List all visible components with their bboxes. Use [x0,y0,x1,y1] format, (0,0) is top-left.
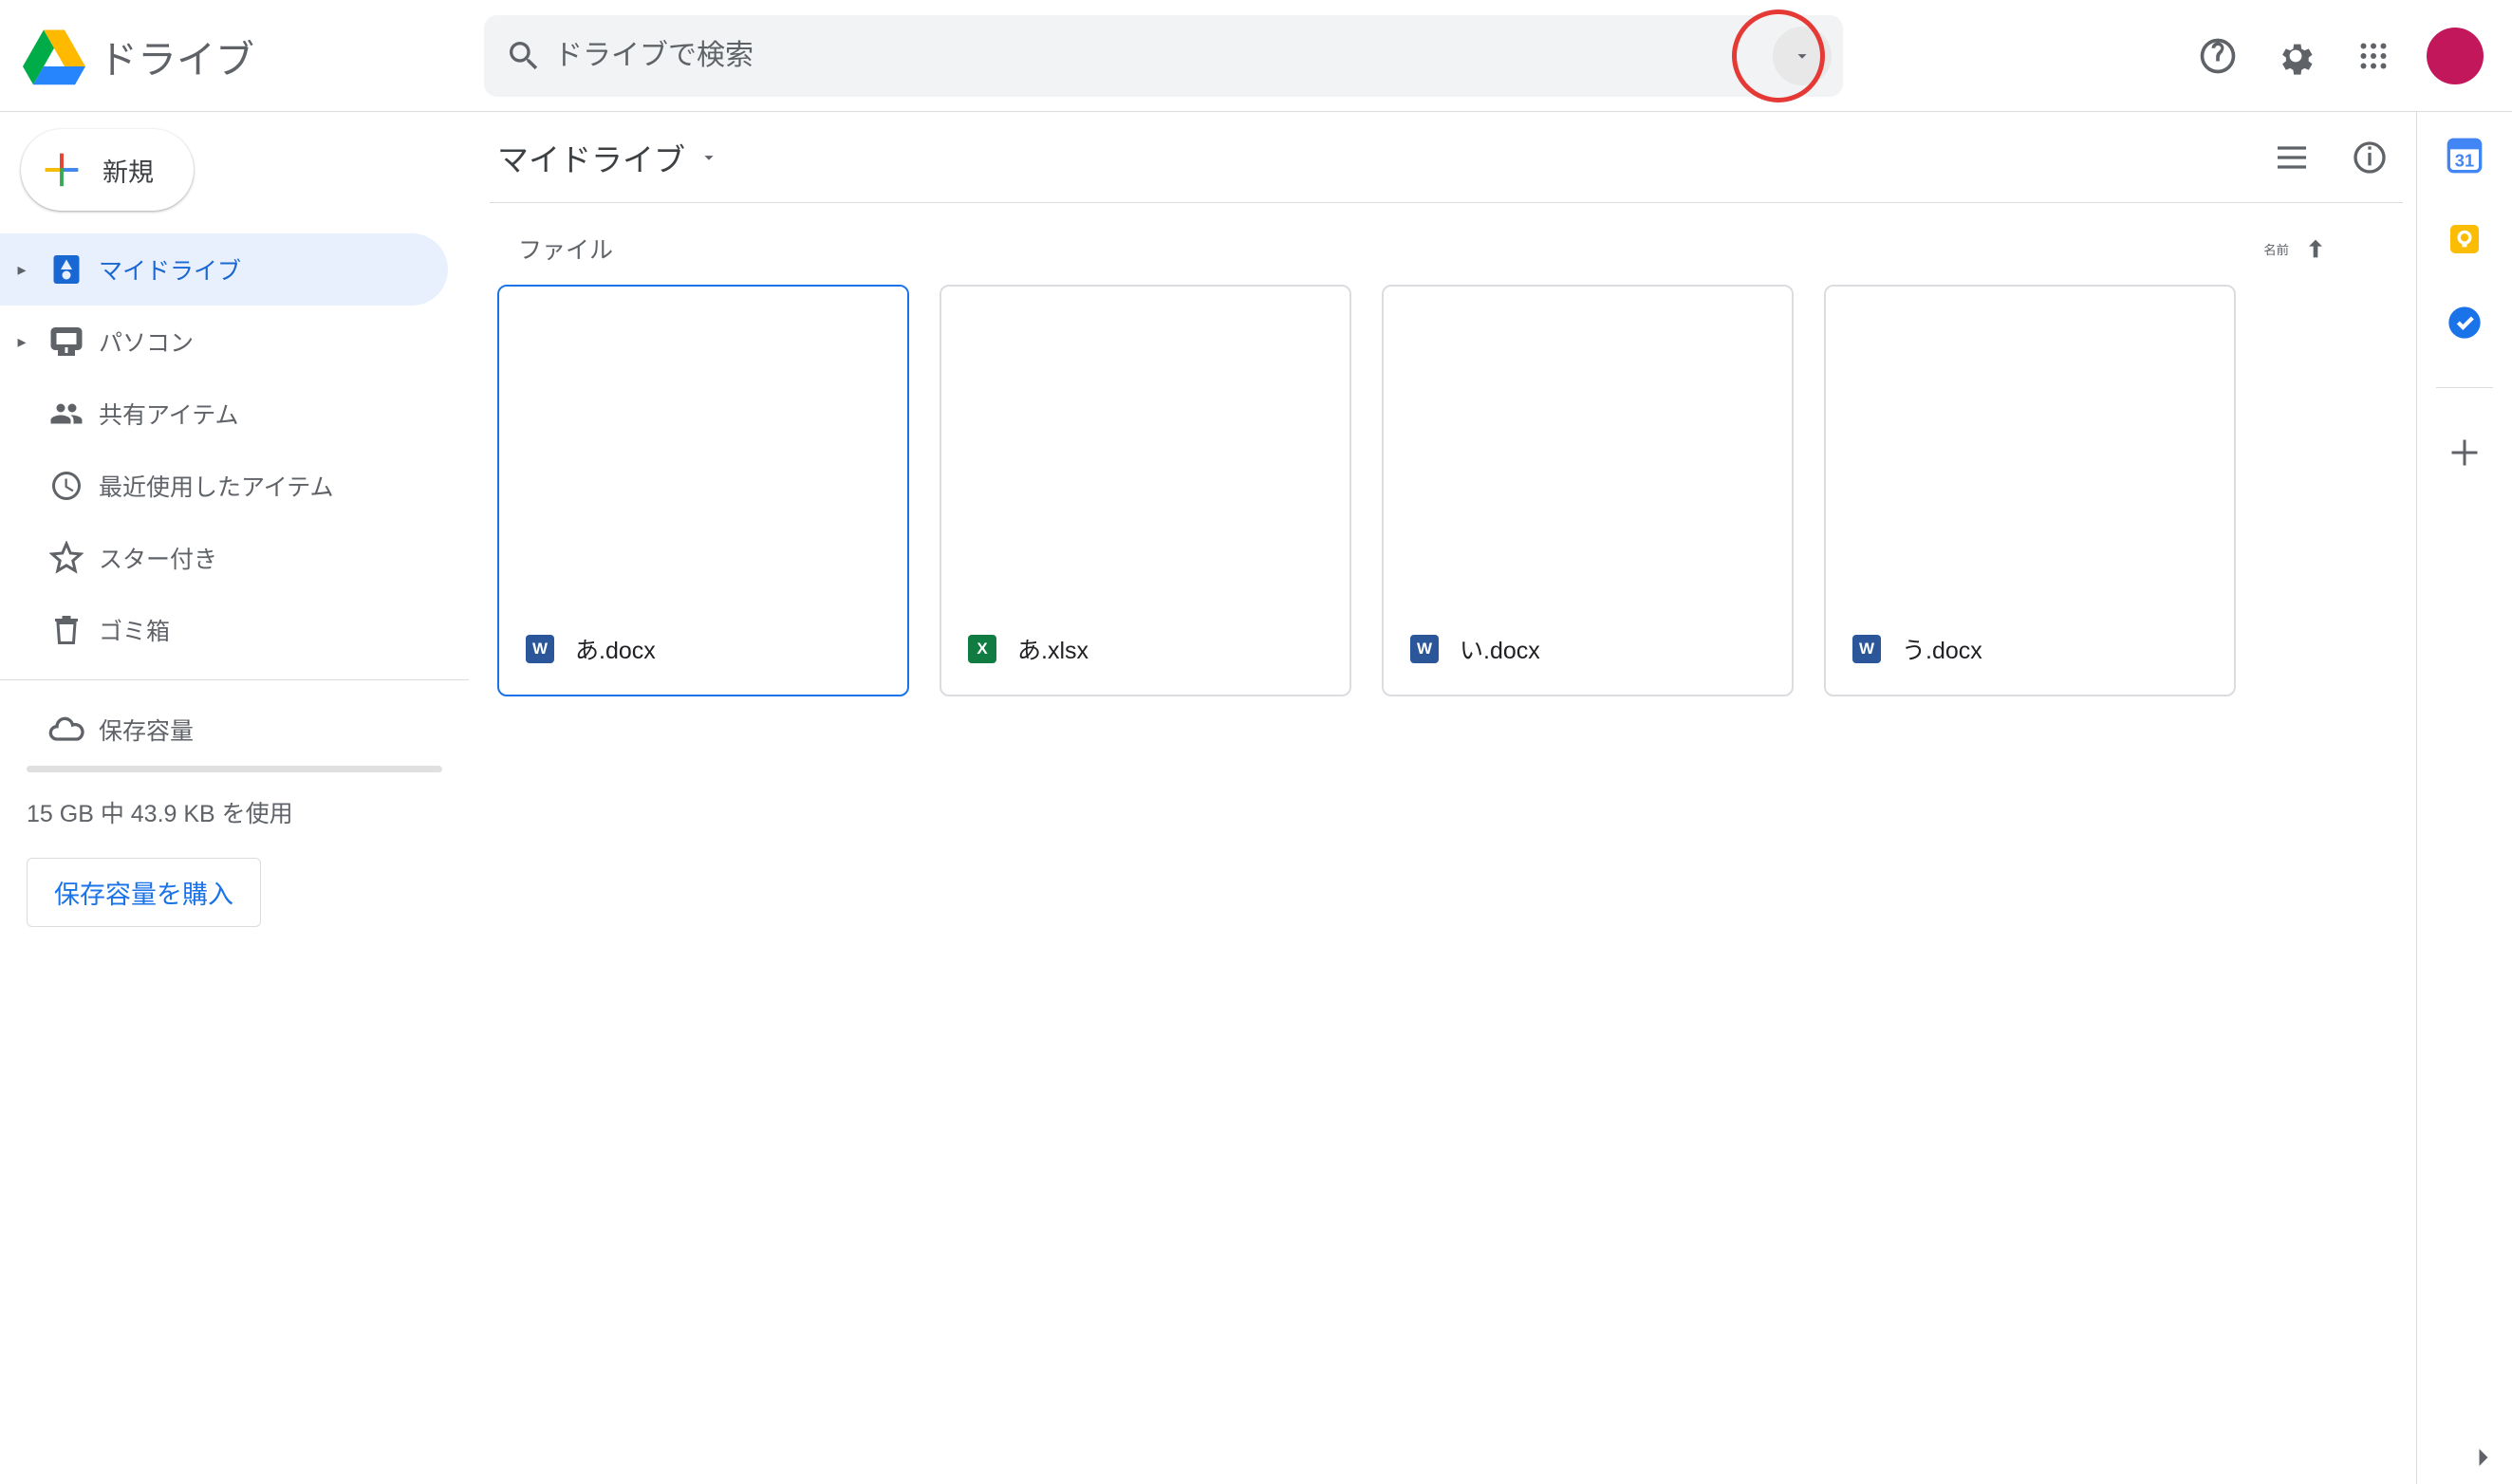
expand-icon[interactable]: ▸ [9,260,34,280]
file-preview [1826,287,2234,603]
sidebar-item-storage[interactable]: 保存容量 [0,694,448,766]
header: ドライブ [0,0,2512,112]
side-panel: 31 [2417,112,2512,1484]
computers-icon [42,325,91,359]
file-name: あ.docx [575,632,656,666]
view-list-button[interactable] [2259,124,2325,191]
search-input[interactable] [543,40,1773,72]
sidepanel-collapse-button[interactable] [2466,1440,2501,1475]
logo-area: ドライブ [23,25,469,87]
file-preview [499,287,907,603]
keep-icon [2446,220,2484,258]
support-button[interactable] [2182,20,2254,92]
search-icon [505,37,543,75]
sidebar-item-trash[interactable]: ゴミ箱 [0,594,448,666]
sidebar-item-label: ゴミ箱 [99,613,170,647]
section-header: ファイル 名前 [490,203,2403,285]
sidebar-item-label: マイドライブ [99,252,241,287]
sort-label: 名前 [2263,240,2289,258]
storage-bar [27,766,442,772]
cloud-icon [42,711,91,749]
excel-file-icon: X [968,635,996,663]
drive-logo-icon [23,25,85,87]
word-file-icon: W [1852,635,1881,663]
info-icon [2351,139,2389,176]
account-avatar[interactable] [2427,28,2484,84]
file-card[interactable]: W い.docx [1382,285,1794,696]
mydrive-icon [42,252,91,287]
calendar-app-button[interactable]: 31 [2446,137,2484,175]
tasks-app-button[interactable] [2446,304,2484,342]
tasks-icon [2446,304,2484,342]
main-content: マイドライブ ファイル 名前 W あ.d [469,112,2417,1484]
section-label: ファイル [518,232,613,266]
breadcrumb[interactable]: マイドライブ [490,135,719,180]
plus-icon [40,148,84,192]
sidebar-item-recent[interactable]: 最近使用したアイテム [0,450,448,522]
get-addons-button[interactable] [2446,434,2484,472]
sidebar-item-mydrive[interactable]: ▸ マイドライブ [0,233,448,306]
sidebar-item-label: 最近使用したアイテム [99,469,334,503]
file-name: い.docx [1460,632,1540,666]
keep-app-button[interactable] [2446,220,2484,258]
new-button-label: 新規 [102,152,154,189]
file-card[interactable]: W あ.docx [497,285,909,696]
expand-icon[interactable]: ▸ [9,332,34,352]
gear-icon [2275,35,2317,77]
storage-info: 15 GB 中 43.9 KB を使用 保存容量を購入 [0,766,469,927]
list-view-icon [2273,139,2311,176]
star-icon [42,541,91,575]
word-file-icon: W [1410,635,1439,663]
sidebar-item-label: 共有アイテム [99,397,239,431]
calendar-icon: 31 [2446,137,2484,175]
arrow-up-icon [2302,235,2329,262]
sidebar: 新規 ▸ マイドライブ ▸ パソコン 共有アイテム [0,112,469,1484]
apps-grid-icon [2356,39,2391,73]
breadcrumb-label: マイドライブ [497,135,685,180]
word-file-icon: W [526,635,554,663]
caret-down-icon [1792,46,1813,66]
sidebar-item-label: スター付き [99,541,217,575]
storage-usage-text: 15 GB 中 43.9 KB を使用 [27,795,442,829]
file-name: う.docx [1902,632,1982,666]
file-preview [941,287,1349,603]
caret-down-icon [698,147,719,168]
apps-button[interactable] [2337,20,2410,92]
new-button[interactable]: 新規 [21,129,194,211]
buy-storage-button[interactable]: 保存容量を購入 [27,858,261,927]
chevron-right-icon [2466,1440,2501,1475]
toolbar: マイドライブ [490,112,2403,203]
file-preview [1384,287,1792,603]
help-icon [2197,35,2239,77]
sidebar-item-label: 保存容量 [99,713,194,747]
shared-icon [42,397,91,431]
sidebar-item-shared[interactable]: 共有アイテム [0,378,448,450]
svg-text:31: 31 [2455,151,2474,171]
search-bar[interactable] [484,15,1843,97]
view-details-button[interactable] [2336,124,2403,191]
sidebar-item-starred[interactable]: スター付き [0,522,448,594]
settings-button[interactable] [2260,20,2332,92]
file-card[interactable]: W う.docx [1824,285,2236,696]
sidebar-item-label: パソコン [99,325,194,359]
sort-button[interactable]: 名前 [2263,235,2329,262]
search-options-button[interactable] [1773,27,1832,85]
file-grid: W あ.docx X あ.xlsx W い.docx [490,285,2403,696]
trash-icon [42,613,91,647]
recent-icon [42,469,91,503]
plus-icon [2447,436,2482,470]
header-icon-group [2182,20,2484,92]
sidebar-item-computers[interactable]: ▸ パソコン [0,306,448,378]
file-card[interactable]: X あ.xlsx [940,285,1351,696]
app-name: ドライブ [99,28,254,84]
file-name: あ.xlsx [1017,632,1089,666]
